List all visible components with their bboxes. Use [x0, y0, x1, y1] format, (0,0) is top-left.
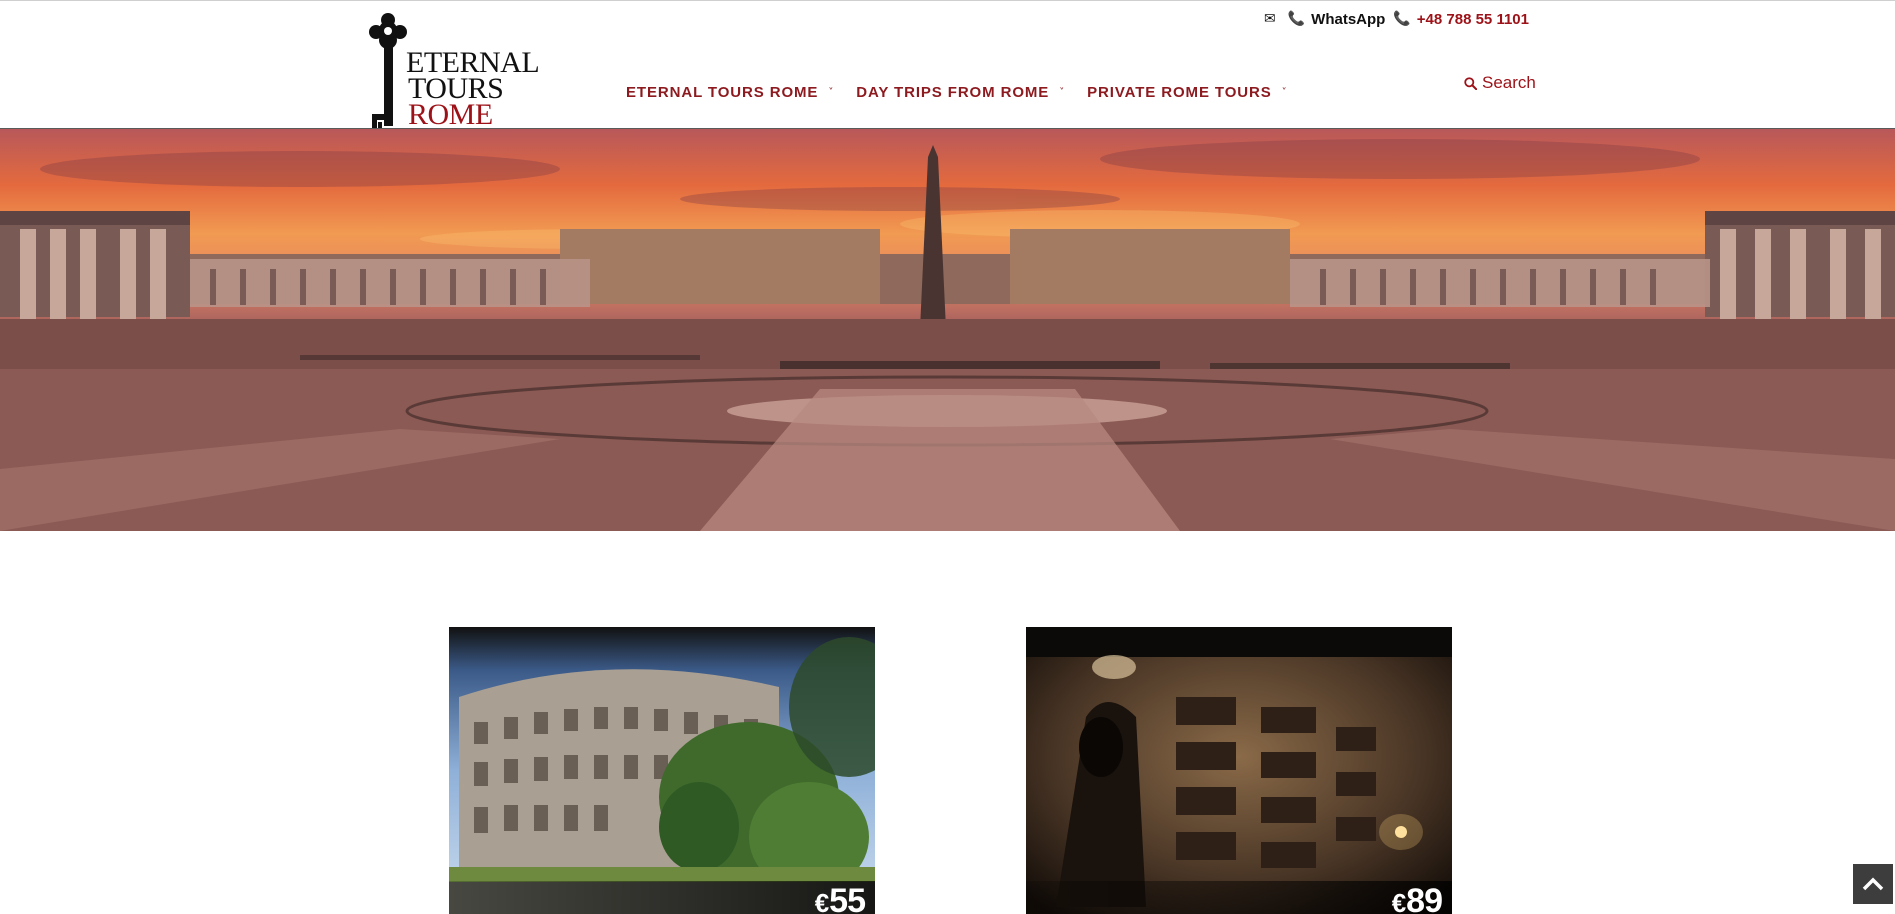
envelope-icon[interactable]: ✉ — [1264, 11, 1276, 27]
logo-line-rome: ROME — [408, 98, 493, 131]
phone-icon: 📞 — [1287, 11, 1306, 27]
site-logo[interactable]: ETERNAL TOURS ROME — [364, 10, 540, 130]
tour-price: €89 — [1391, 882, 1443, 914]
currency-symbol: € — [814, 888, 830, 914]
nav-item-day-trips-from-rome[interactable]: DAY TRIPS FROM ROME ˅ — [856, 84, 1065, 101]
back-to-top-button[interactable] — [1853, 864, 1893, 904]
logo-wordmark: ETERNAL TOURS ROME — [406, 48, 540, 131]
whatsapp-link[interactable]: WhatsApp — [1311, 11, 1385, 28]
contact-bar: ✉ 📞 WhatsApp 📞 +48 788 55 1101 — [1264, 9, 1529, 29]
price-bar — [449, 881, 875, 914]
price-value: 89 — [1406, 882, 1443, 914]
nav-item-label: ETERNAL TOURS ROME — [626, 84, 819, 101]
phone-number-link[interactable]: +48 788 55 1101 — [1417, 11, 1529, 28]
tour-price: €55 — [814, 882, 866, 914]
tour-card-colosseum[interactable]: €55 — [449, 627, 875, 914]
nav-item-eternal-tours-rome[interactable]: ETERNAL TOURS ROME ˅ — [626, 84, 834, 101]
phone-icon: 📞 — [1393, 11, 1411, 27]
colosseum-image — [449, 627, 875, 914]
search-label: Search — [1482, 73, 1536, 92]
nav-item-label: PRIVATE ROME TOURS — [1087, 84, 1272, 101]
chevron-down-icon: ˅ — [1281, 87, 1288, 98]
price-bar — [1026, 881, 1452, 914]
search-icon — [1464, 76, 1477, 90]
currency-symbol: € — [1391, 888, 1407, 914]
tour-card-catacombs[interactable]: €89 — [1026, 627, 1452, 914]
price-value: 55 — [829, 882, 866, 914]
main-nav: ETERNAL TOURS ROME ˅ DAY TRIPS FROM ROME… — [626, 84, 1310, 101]
site-header: ETERNAL TOURS ROME ✉ 📞 WhatsApp 📞 +48 78… — [0, 1, 1895, 130]
search-button[interactable]: Search — [1464, 73, 1536, 93]
page: ETERNAL TOURS ROME ✉ 📞 WhatsApp 📞 +48 78… — [0, 0, 1895, 914]
nav-item-label: DAY TRIPS FROM ROME — [856, 84, 1050, 101]
chevron-up-icon — [1862, 877, 1884, 891]
chevron-down-icon: ˅ — [828, 87, 835, 98]
chevron-down-icon: ˅ — [1059, 87, 1066, 98]
hero-slider-image — [0, 129, 1895, 531]
catacombs-image — [1026, 627, 1452, 914]
nav-item-private-rome-tours[interactable]: PRIVATE ROME TOURS ˅ — [1087, 84, 1287, 101]
st-peters-square-illustration — [0, 139, 1895, 531]
